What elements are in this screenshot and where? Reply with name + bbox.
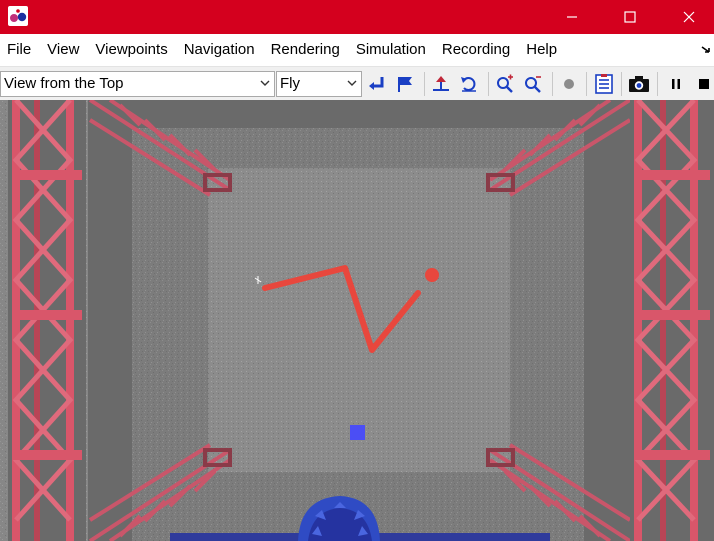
scene-render <box>0 100 714 541</box>
maximize-icon[interactable] <box>607 0 653 34</box>
toolbar-separator <box>552 72 553 96</box>
zoom-in-icon[interactable] <box>493 72 517 96</box>
menu-file[interactable]: File <box>0 34 39 66</box>
navigation-mode-value: Fly <box>280 75 300 92</box>
minimize-icon[interactable] <box>549 0 595 34</box>
flag-icon[interactable] <box>393 72 417 96</box>
menu-viewpoints[interactable]: Viewpoints <box>87 34 175 66</box>
navigation-mode-select[interactable]: Fly <box>276 71 362 97</box>
chevron-down-icon <box>260 80 270 86</box>
toolbar-separator <box>424 72 425 96</box>
target-marker[interactable] <box>350 425 365 440</box>
viewpoint-select-value: View from the Top <box>4 75 124 92</box>
toolbar-separator <box>488 72 489 96</box>
menu-navigation[interactable]: Navigation <box>176 34 263 66</box>
truss-tower-left <box>8 100 86 541</box>
menu-rendering[interactable]: Rendering <box>263 34 348 66</box>
menu-simulation[interactable]: Simulation <box>348 34 434 66</box>
menu-recording[interactable]: Recording <box>434 34 518 66</box>
3d-viewport[interactable] <box>0 100 714 541</box>
pause-icon[interactable] <box>664 72 688 96</box>
menu-dock-arrow-icon[interactable] <box>700 43 712 55</box>
close-icon[interactable] <box>666 0 712 34</box>
toolbar-separator <box>657 72 658 96</box>
toolbar-separator <box>586 72 587 96</box>
app-logo-icon <box>8 6 28 26</box>
viewpoint-select[interactable]: View from the Top <box>0 71 275 97</box>
application-window: File View Viewpoints Navigation Renderin… <box>0 0 714 541</box>
chevron-down-icon <box>347 80 357 86</box>
go-to-viewpoint-icon[interactable] <box>365 72 389 96</box>
menu-help[interactable]: Help <box>518 34 565 66</box>
toolbar-separator <box>621 72 622 96</box>
truss-tower-right <box>630 100 714 541</box>
title-bar <box>0 0 714 34</box>
stop-icon[interactable] <box>692 72 714 96</box>
undo-move-icon[interactable] <box>457 72 481 96</box>
zoom-out-icon[interactable] <box>521 72 545 96</box>
camera-icon[interactable] <box>627 72 651 96</box>
menu-view[interactable]: View <box>39 34 87 66</box>
straighten-up-icon[interactable] <box>429 72 453 96</box>
properties-icon[interactable] <box>592 72 616 96</box>
menu-bar: File View Viewpoints Navigation Renderin… <box>0 34 714 66</box>
toolbar: View from the Top Fly <box>0 66 714 100</box>
record-icon[interactable] <box>557 72 581 96</box>
